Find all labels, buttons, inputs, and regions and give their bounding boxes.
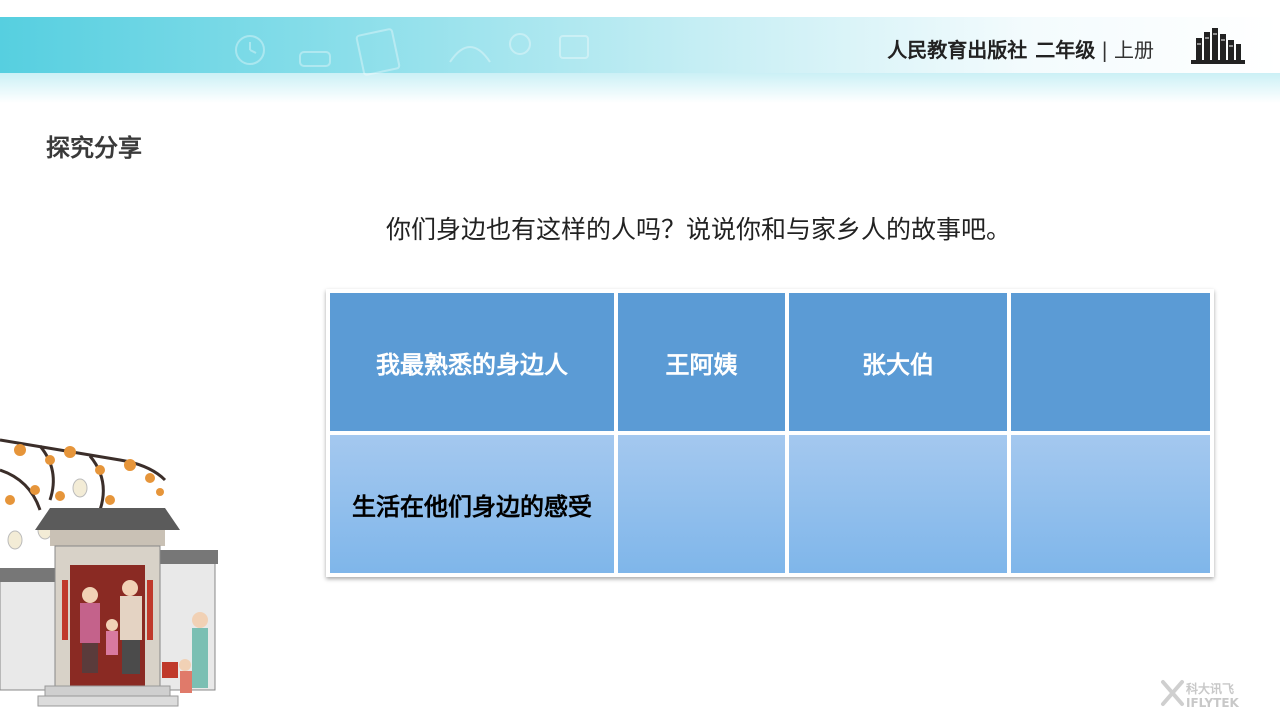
header-banner-fade (0, 73, 1280, 103)
table-row: 生活在他们身边的感受 (330, 435, 1210, 573)
table-cell: 王阿姨 (618, 293, 785, 431)
watermark-cn: 科大讯飞 (1186, 682, 1235, 696)
separator: | (1101, 38, 1108, 62)
people-table: 我最熟悉的身边人 王阿姨 张大伯 生活在他们身边的感受 (326, 289, 1214, 577)
question-text: 你们身边也有这样的人吗？说说你和与家乡人的故事吧。 (386, 215, 1012, 244)
table-cell: 我最熟悉的身边人 (330, 293, 614, 431)
courtyard-illustration (0, 438, 218, 707)
table-cell: 生活在他们身边的感受 (330, 435, 614, 573)
table-cell (1011, 293, 1210, 431)
table-container: 我最熟悉的身边人 王阿姨 张大伯 生活在他们身边的感受 (326, 289, 1214, 577)
publisher-name: 人民教育出版社 (887, 38, 1028, 62)
grade-label: 二年级 (1035, 38, 1096, 62)
decorative-doodles (235, 28, 589, 76)
watermark-text: 科大讯飞 IFLYTEK (1186, 682, 1239, 710)
table-header-row: 我最熟悉的身边人 王阿姨 张大伯 (330, 293, 1210, 431)
table-cell: 张大伯 (789, 293, 1007, 431)
iflytek-logo-icon (1161, 680, 1184, 706)
volume-label: 上册 (1114, 38, 1154, 62)
books-icon (1191, 28, 1245, 64)
watermark-en: IFLYTEK (1186, 696, 1239, 710)
section-title: 探究分享 (46, 134, 142, 162)
table-cell (618, 435, 785, 573)
table-cell (789, 435, 1007, 573)
publisher-info: 人民教育出版社 二年级 | 上册 (887, 34, 1154, 63)
table-cell (1011, 435, 1210, 573)
